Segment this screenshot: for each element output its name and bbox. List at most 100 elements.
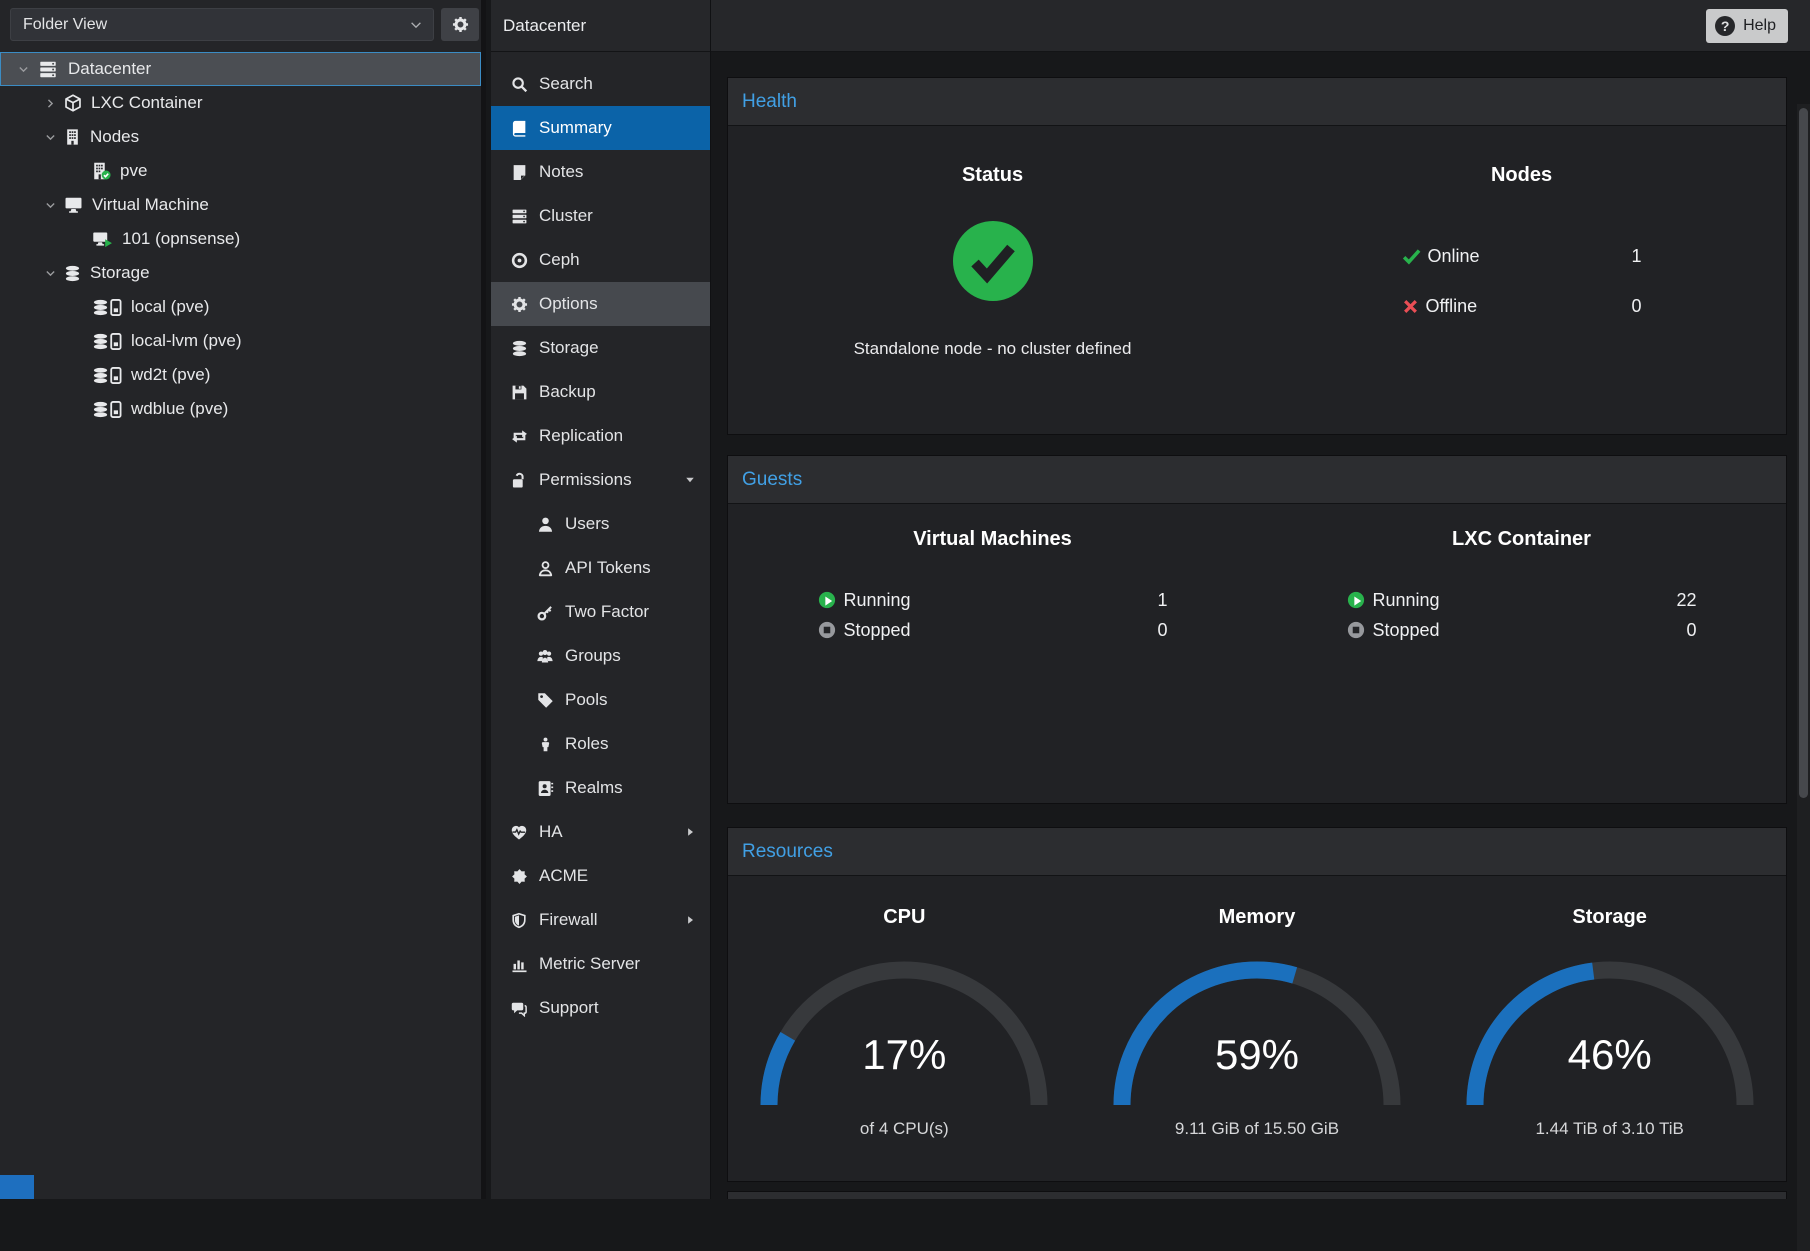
- bottom-left-accent: [0, 1175, 34, 1199]
- menu-item-ha[interactable]: HA: [491, 810, 710, 854]
- node-status-row-online: Online 1: [1402, 239, 1642, 273]
- tree-item-lxc-container[interactable]: LXC Container: [0, 86, 481, 120]
- gauge-percent: 59%: [1107, 1031, 1407, 1079]
- tree-item-label: wdblue (pve): [131, 399, 228, 419]
- menu-item-acme[interactable]: ACME: [491, 854, 710, 898]
- menu-item-users[interactable]: Users: [491, 502, 710, 546]
- node-status-value: 1: [1631, 246, 1641, 267]
- tree-settings-button[interactable]: [441, 8, 479, 41]
- tree-item-storage[interactable]: Storage: [0, 256, 481, 290]
- ceph-icon: [511, 252, 528, 269]
- chevron-down-icon[interactable]: [40, 199, 60, 212]
- guest-column-heading: Virtual Machines: [913, 528, 1072, 551]
- gauge-caption: of 4 CPU(s): [860, 1119, 949, 1139]
- menu-item-label: API Tokens: [565, 558, 651, 578]
- gauge-storage: Storage 46% 1.44 TiB of 3.10 TiB: [1433, 876, 1786, 1139]
- nodes-heading: Nodes: [1491, 164, 1552, 187]
- tree-item-label: wd2t (pve): [131, 365, 210, 385]
- menu-item-label: Groups: [565, 646, 621, 666]
- health-panel-title: Health: [728, 78, 1786, 126]
- help-button-label: Help: [1743, 17, 1776, 35]
- stopped-stop-icon: [1347, 621, 1365, 639]
- tree-item-local-pve[interactable]: local (pve): [0, 290, 481, 324]
- scrollbar-thumb[interactable]: [1799, 108, 1808, 798]
- resource-tree-panel: Folder View Datacenter LXC Container Nod…: [0, 0, 486, 1199]
- help-button[interactable]: ? Help: [1706, 9, 1788, 43]
- chevron-right-icon[interactable]: [40, 97, 60, 110]
- menu-item-two-factor[interactable]: Two Factor: [491, 590, 710, 634]
- cluster-icon: [511, 208, 528, 225]
- top-bar: ? Help: [711, 0, 1810, 52]
- menu-item-storage[interactable]: Storage: [491, 326, 710, 370]
- group-icon: [536, 648, 554, 665]
- tree-item-label: Nodes: [90, 127, 139, 147]
- tree-item-nodes[interactable]: Nodes: [0, 120, 481, 154]
- menu-item-label: Support: [539, 998, 599, 1018]
- menu-item-roles[interactable]: Roles: [491, 722, 710, 766]
- guest-row-label: Running: [844, 590, 911, 611]
- guest-column-lxc-container: LXC Container Running 22 Stopped 0: [1257, 504, 1786, 645]
- menu-item-permissions[interactable]: Permissions: [491, 458, 710, 502]
- menu-item-replication[interactable]: Replication: [491, 414, 710, 458]
- caret-right-icon: [684, 914, 696, 926]
- menu-item-ceph[interactable]: Ceph: [491, 238, 710, 282]
- guest-row-value: 0: [1157, 620, 1167, 641]
- running-play-icon: [818, 591, 836, 609]
- status-ok-icon: [951, 219, 1035, 303]
- menu-item-metric-server[interactable]: Metric Server: [491, 942, 710, 986]
- tree-item-101-opnsense[interactable]: 101 (opnsense): [0, 222, 481, 256]
- tree-item-label: 101 (opnsense): [122, 229, 240, 249]
- health-panel: Health Status Standalone node - no clust…: [727, 77, 1787, 435]
- tree-item-wdblue-pve[interactable]: wdblue (pve): [0, 392, 481, 426]
- guest-row-label: Stopped: [844, 620, 911, 641]
- person-icon: [538, 736, 553, 753]
- gauge-caption: 9.11 GiB of 15.50 GiB: [1175, 1119, 1339, 1139]
- menu-item-label: Metric Server: [539, 954, 640, 974]
- menu-item-groups[interactable]: Groups: [491, 634, 710, 678]
- menu-item-summary[interactable]: Summary: [491, 106, 710, 150]
- menu-item-realms[interactable]: Realms: [491, 766, 710, 810]
- tree-item-label: Datacenter: [68, 59, 151, 79]
- menu-item-backup[interactable]: Backup: [491, 370, 710, 414]
- replication-icon: [511, 428, 528, 445]
- menu-item-support[interactable]: Support: [491, 986, 710, 1030]
- stopped-stop-icon: [818, 621, 836, 639]
- menu-item-label: Pools: [565, 690, 608, 710]
- content-scrollbar[interactable]: [1797, 104, 1810, 1251]
- menu-item-label: Storage: [539, 338, 599, 358]
- resource-tree: Datacenter LXC Container Nodes pve Virtu…: [0, 52, 481, 426]
- guest-row-value: 0: [1686, 620, 1696, 641]
- menu-item-label: Notes: [539, 162, 583, 182]
- desktop-play-icon: [92, 230, 113, 248]
- question-circle-icon: ?: [1715, 16, 1735, 36]
- tag-icon: [537, 692, 554, 709]
- tree-item-local-lvm-pve[interactable]: local-lvm (pve): [0, 324, 481, 358]
- tree-item-label: local-lvm (pve): [131, 331, 242, 351]
- key-icon: [537, 604, 554, 621]
- menu-item-api-tokens[interactable]: API Tokens: [491, 546, 710, 590]
- database-icon: [92, 333, 109, 350]
- view-selector-combobox[interactable]: Folder View: [10, 8, 434, 41]
- menu-item-pools[interactable]: Pools: [491, 678, 710, 722]
- menu-item-firewall[interactable]: Firewall: [491, 898, 710, 942]
- menu-item-search[interactable]: Search: [491, 62, 710, 106]
- guest-row-lxc-container-running: Running 22: [1347, 585, 1697, 615]
- menu-item-label: Backup: [539, 382, 596, 402]
- chevron-down-icon[interactable]: [13, 63, 33, 76]
- chevron-down-icon[interactable]: [40, 131, 60, 144]
- menu-item-cluster[interactable]: Cluster: [491, 194, 710, 238]
- drive-icon: [110, 367, 122, 384]
- menu-item-notes[interactable]: Notes: [491, 150, 710, 194]
- shield-icon: [511, 912, 527, 929]
- tree-item-pve[interactable]: pve: [0, 154, 481, 188]
- tree-item-datacenter[interactable]: Datacenter: [0, 52, 481, 86]
- tree-item-wd2t-pve[interactable]: wd2t (pve): [0, 358, 481, 392]
- chevron-down-icon[interactable]: [40, 267, 60, 280]
- offline-cross-icon: [1402, 298, 1419, 315]
- gauge-memory: Memory 59% 9.11 GiB of 15.50 GiB: [1081, 876, 1434, 1139]
- tree-item-virtual-machine[interactable]: Virtual Machine: [0, 188, 481, 222]
- menu-item-options[interactable]: Options: [491, 282, 710, 326]
- chevron-down-icon: [409, 18, 423, 32]
- cube-icon: [64, 94, 82, 112]
- gear-icon: [452, 16, 469, 33]
